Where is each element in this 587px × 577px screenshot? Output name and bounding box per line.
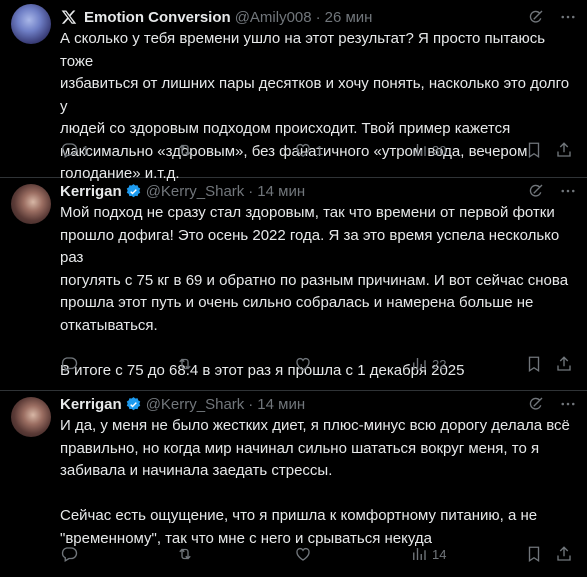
grok-icon[interactable] xyxy=(527,182,545,200)
separator-dot: · xyxy=(315,8,321,26)
tweet-header: Emotion Conversion @Amily008 · 26 мин xyxy=(60,6,573,28)
like-button[interactable] xyxy=(294,545,316,563)
timestamp[interactable]: 14 мин xyxy=(257,183,305,200)
reply-button[interactable]: 1 xyxy=(60,141,89,159)
bookmark-button[interactable] xyxy=(525,141,543,159)
author-name[interactable]: Emotion Conversion xyxy=(84,9,231,26)
views-count: 30 xyxy=(432,142,447,158)
like-icon xyxy=(294,141,312,159)
reply-count: 1 xyxy=(82,142,90,158)
grok-icon[interactable] xyxy=(527,8,545,26)
more-icon[interactable] xyxy=(559,395,577,413)
avatar[interactable] xyxy=(11,397,51,437)
verified-badge-icon xyxy=(125,183,142,200)
x-logo-icon xyxy=(60,8,78,26)
avatar[interactable] xyxy=(11,184,51,224)
separator-dot: · xyxy=(248,182,254,200)
tweet-text: И да, у меня не было жестких диет, я плю… xyxy=(60,417,570,547)
retweet-icon xyxy=(176,141,194,159)
share-icon xyxy=(555,545,573,563)
action-bar: 22 xyxy=(60,354,573,374)
retweet-icon xyxy=(176,355,194,373)
verified-badge-icon xyxy=(125,396,142,413)
more-icon[interactable] xyxy=(559,8,577,26)
views-button[interactable]: 30 xyxy=(410,141,446,159)
share-button[interactable] xyxy=(555,141,573,159)
views-icon xyxy=(410,141,428,159)
action-bar: 1 1 30 xyxy=(60,140,573,160)
tweet[interactable]: Emotion Conversion @Amily008 · 26 мин А … xyxy=(0,0,587,182)
tweet-header: Kerrigan @Kerry_Shark · 14 мин xyxy=(60,393,573,415)
like-count: 1 xyxy=(316,142,324,158)
bookmark-button[interactable] xyxy=(525,355,543,373)
share-icon xyxy=(555,355,573,373)
like-icon xyxy=(294,355,312,373)
share-icon xyxy=(555,141,573,159)
author-handle[interactable]: @Kerry_Shark xyxy=(146,396,245,413)
grok-icon[interactable] xyxy=(527,395,545,413)
bookmark-button[interactable] xyxy=(525,545,543,563)
share-button[interactable] xyxy=(555,355,573,373)
author-handle[interactable]: @Kerry_Shark xyxy=(146,183,245,200)
bookmark-icon xyxy=(525,141,543,159)
action-bar: 14 xyxy=(60,544,573,564)
views-icon xyxy=(410,545,428,563)
reply-button[interactable] xyxy=(60,545,82,563)
timestamp[interactable]: 14 мин xyxy=(257,396,305,413)
tweet-header: Kerrigan @Kerry_Shark · 14 мин xyxy=(60,180,573,202)
reply-icon xyxy=(60,355,78,373)
like-button[interactable] xyxy=(294,355,316,373)
tweet-text: А сколько у тебя времени ушло на этот ре… xyxy=(60,30,570,182)
views-button[interactable]: 22 xyxy=(410,355,446,373)
reply-button[interactable] xyxy=(60,355,82,373)
separator-dot: · xyxy=(248,395,254,413)
tweet[interactable]: Kerrigan @Kerry_Shark · 14 мин И да, у м… xyxy=(0,391,587,577)
author-name[interactable]: Kerrigan xyxy=(60,396,122,413)
retweet-button[interactable] xyxy=(176,545,198,563)
views-count: 14 xyxy=(432,546,447,562)
tweet[interactable]: Kerrigan @Kerry_Shark · 14 мин Мой подхо… xyxy=(0,178,587,391)
reply-icon xyxy=(60,545,78,563)
like-icon xyxy=(294,545,312,563)
bookmark-icon xyxy=(525,355,543,373)
author-handle[interactable]: @Amily008 xyxy=(235,9,312,26)
views-count: 22 xyxy=(432,356,447,372)
retweet-button[interactable] xyxy=(176,141,198,159)
views-button[interactable]: 14 xyxy=(410,545,446,563)
bookmark-icon xyxy=(525,545,543,563)
retweet-button[interactable] xyxy=(176,355,198,373)
retweet-icon xyxy=(176,545,194,563)
avatar[interactable] xyxy=(11,4,51,44)
timestamp[interactable]: 26 мин xyxy=(325,9,373,26)
reply-icon xyxy=(60,141,78,159)
share-button[interactable] xyxy=(555,545,573,563)
author-name[interactable]: Kerrigan xyxy=(60,183,122,200)
like-button[interactable]: 1 xyxy=(294,141,323,159)
views-icon xyxy=(410,355,428,373)
more-icon[interactable] xyxy=(559,182,577,200)
